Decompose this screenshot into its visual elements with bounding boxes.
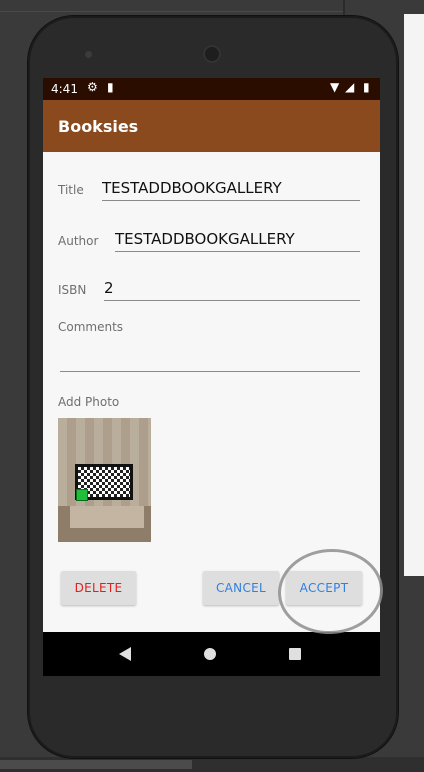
editor-divider-line [0,11,343,12]
settings-icon: ⚙ [87,80,98,94]
front-camera-icon [85,51,92,58]
navigation-bar [43,632,380,676]
status-bar: 4:41 ⚙ ▮ ▼ ◢ ▮ [43,78,380,100]
earpiece-speaker-icon [203,45,221,63]
photo-green-marker [76,489,88,501]
app-bar: Booksies [43,100,380,152]
editor-side-pane [404,14,424,576]
status-time: 4:41 [51,82,78,96]
comments-label: Comments [58,320,124,334]
horizontal-scrollbar[interactable] [0,757,424,772]
delete-button[interactable]: DELETE [61,571,136,605]
battery-icon: ▮ [363,80,370,94]
signal-icon: ◢ [345,80,355,94]
wifi-icon: ▼ [330,80,340,94]
back-icon[interactable] [119,647,131,661]
title-label: Title [58,183,84,197]
recent-apps-icon[interactable] [289,648,301,660]
app-title: Booksies [58,117,139,136]
comments-input[interactable] [60,350,360,372]
book-photo[interactable] [58,418,151,542]
author-input[interactable]: TESTADDBOOKGALLERY [115,230,360,252]
scrollbar-thumb[interactable] [0,760,192,769]
photo-tv-stand [70,506,144,528]
isbn-label: ISBN [58,283,87,297]
add-photo-label: Add Photo [58,395,120,409]
isbn-input[interactable]: 2 [104,279,360,301]
home-icon[interactable] [204,648,216,660]
title-input[interactable]: TESTADDBOOKGALLERY [102,179,360,201]
sd-card-icon: ▮ [107,80,114,94]
cancel-button[interactable]: CANCEL [203,571,279,605]
author-label: Author [58,234,99,248]
